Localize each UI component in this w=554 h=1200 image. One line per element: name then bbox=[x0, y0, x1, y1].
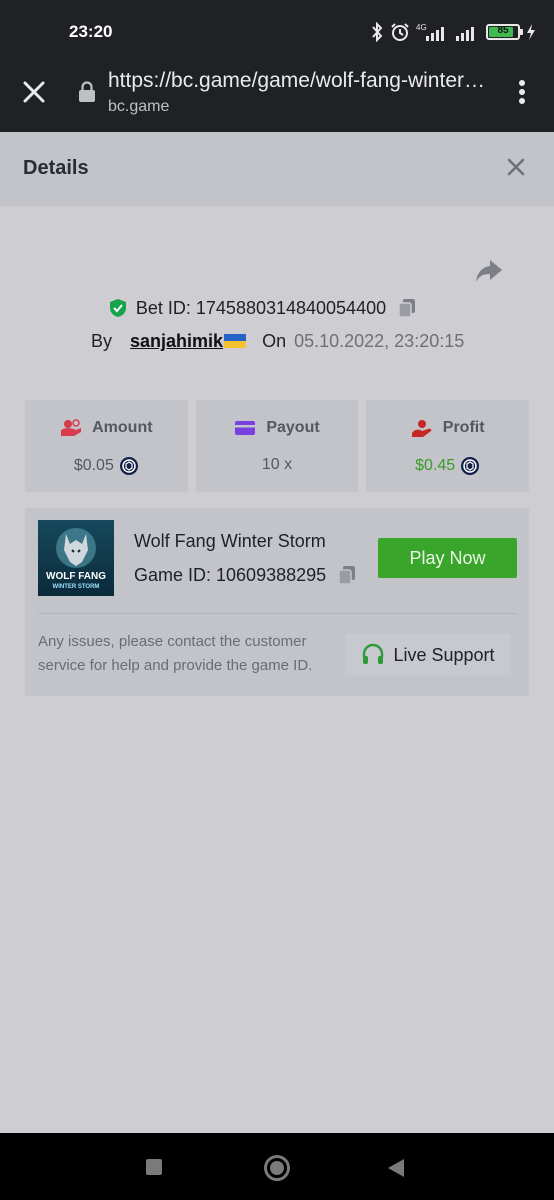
copy-icon[interactable] bbox=[336, 564, 358, 586]
bet-datetime: 05.10.2022, 23:20:15 bbox=[294, 331, 465, 351]
status-icons: 4G 85 bbox=[370, 20, 536, 44]
more-menu-icon[interactable] bbox=[512, 78, 532, 106]
domain-text: bc.game bbox=[108, 98, 170, 115]
bluetooth-icon bbox=[372, 22, 383, 42]
system-nav-bar bbox=[0, 1133, 554, 1200]
clock: 23:20 bbox=[69, 22, 113, 41]
by-label: By bbox=[91, 331, 113, 351]
coin-icon bbox=[119, 457, 138, 475]
amount-value-row: $0.05 bbox=[25, 456, 188, 476]
status-bar: 23:20 4G 85 bbox=[0, 0, 554, 62]
payout-label: Payout bbox=[266, 419, 320, 436]
ukraine-flag-icon bbox=[224, 334, 247, 348]
profit-label-row: Profit bbox=[366, 418, 529, 438]
amount-card: Amount $0.05 bbox=[25, 400, 188, 492]
signal-4g-icon: 4G bbox=[416, 23, 444, 41]
share-icon[interactable] bbox=[474, 258, 504, 284]
username[interactable]: sanjahimik bbox=[130, 331, 223, 351]
payout-icon bbox=[235, 421, 256, 435]
details-close-icon[interactable] bbox=[505, 156, 527, 178]
live-support-button[interactable]: Live Support bbox=[345, 634, 511, 676]
home-icon[interactable] bbox=[264, 1155, 290, 1181]
svg-text:WINTER STORM: WINTER STORM bbox=[53, 584, 100, 590]
svg-text:4G: 4G bbox=[416, 23, 427, 32]
close-icon[interactable] bbox=[20, 78, 48, 106]
details-header: Details bbox=[0, 132, 554, 206]
alarm-icon bbox=[391, 23, 409, 41]
lock-icon bbox=[79, 81, 95, 102]
profit-label: Profit bbox=[442, 419, 485, 436]
url-text[interactable]: https://bc.game/game/wolf-fang-winter-st… bbox=[108, 69, 488, 93]
svg-text:WOLF FANG: WOLF FANG bbox=[46, 571, 106, 582]
play-now-button[interactable]: Play Now bbox=[378, 538, 517, 578]
profit-card: Profit $0.45 bbox=[366, 400, 530, 492]
game-card: WOLF FANG WINTER STORM Wolf Fang Winter … bbox=[25, 508, 529, 696]
bet-id: Bet ID: 1745880314840054400 bbox=[135, 297, 387, 318]
battery-percent: 85 bbox=[497, 25, 509, 36]
bet-meta-row: By sanjahimik On 05.10.2022, 23:20:15 bbox=[91, 331, 464, 352]
copy-icon[interactable] bbox=[396, 297, 418, 319]
payout-card: Payout 10 x bbox=[195, 400, 359, 492]
game-name: Wolf Fang Winter Storm bbox=[134, 531, 326, 551]
headset-icon bbox=[363, 643, 384, 664]
charging-icon bbox=[527, 24, 535, 40]
back-icon[interactable] bbox=[388, 1159, 404, 1177]
divider bbox=[38, 613, 517, 614]
game-id: Game ID: 10609388295 bbox=[134, 564, 327, 585]
game-thumbnail[interactable]: WOLF FANG WINTER STORM bbox=[38, 520, 114, 596]
payout-value-row: 10 x bbox=[196, 456, 359, 474]
signal-icon bbox=[456, 27, 474, 41]
browser-toolbar: https://bc.game/game/wolf-fang-winter-st… bbox=[0, 62, 554, 132]
on-label: On bbox=[262, 331, 287, 351]
payout-value: 10 x bbox=[261, 456, 293, 473]
page-title: Details bbox=[23, 157, 89, 179]
support-notice: Any issues, please contact the customer … bbox=[38, 633, 313, 674]
username-link[interactable]: sanjahimik bbox=[130, 331, 247, 352]
bet-id-row: Bet ID: 1745880314840054400 bbox=[0, 297, 554, 319]
recent-apps-icon[interactable] bbox=[146, 1159, 162, 1175]
live-support-label[interactable]: Live Support bbox=[393, 645, 494, 666]
profit-value: $0.45 bbox=[415, 457, 456, 474]
amount-icon bbox=[61, 419, 82, 436]
amount-label: Amount bbox=[92, 419, 153, 436]
game-id-row: Game ID: 10609388295 bbox=[134, 564, 358, 586]
verified-shield-icon bbox=[109, 299, 126, 317]
amount-label-row: Amount bbox=[25, 418, 188, 438]
coin-icon bbox=[461, 457, 480, 475]
profit-icon bbox=[411, 420, 432, 437]
payout-label-row: Payout bbox=[196, 418, 359, 438]
battery-icon: 85 bbox=[486, 24, 523, 40]
profit-value-row: $0.45 bbox=[366, 456, 529, 476]
amount-value: $0.05 bbox=[73, 457, 114, 474]
bet-stats: Amount $0.05 Payout 10 x Profit $0.45 bbox=[25, 400, 530, 492]
